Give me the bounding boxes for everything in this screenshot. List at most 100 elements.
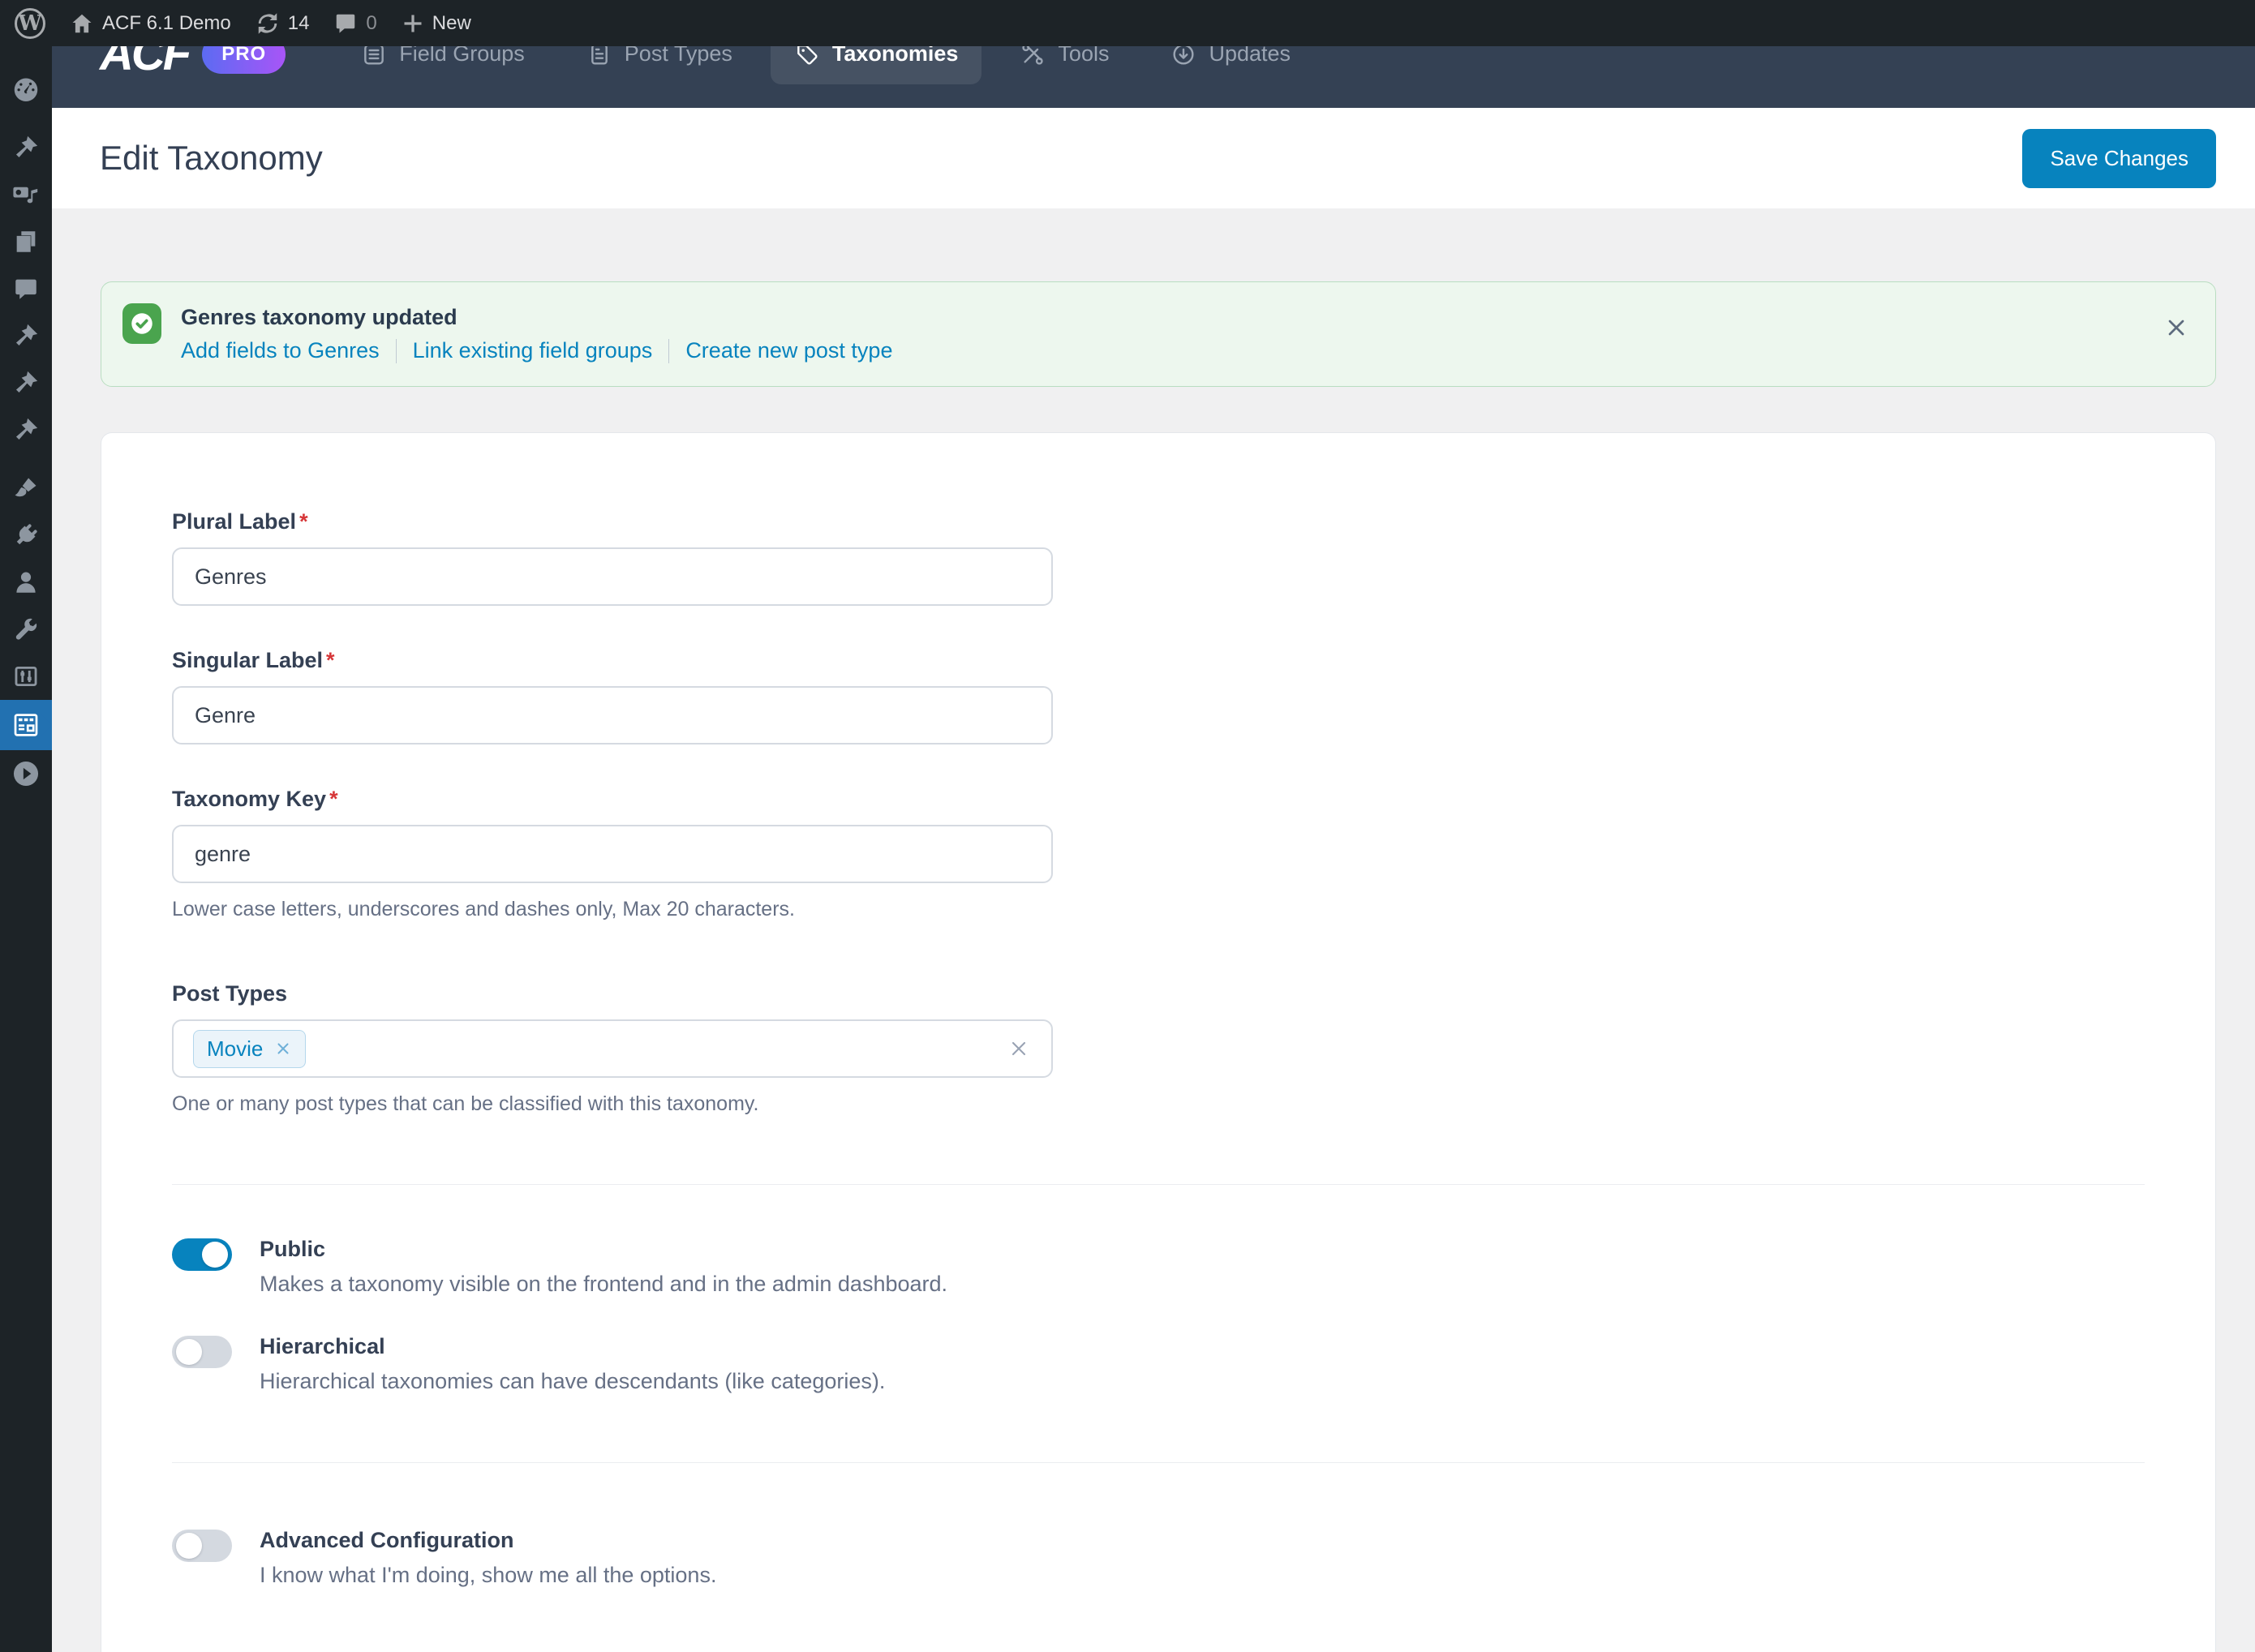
pushpin-icon — [12, 134, 40, 161]
required-asterisk: * — [299, 509, 308, 534]
section-divider — [172, 1462, 2145, 1463]
hierarchical-label: Hierarchical — [260, 1334, 885, 1359]
sidebar-item-cpt-1[interactable] — [0, 312, 52, 359]
sidebar-item-users[interactable] — [0, 559, 52, 606]
content-area: Genres taxonomy updated Add fields to Ge… — [52, 208, 2255, 1652]
notice-body: Genres taxonomy updated Add fields to Ge… — [181, 303, 892, 363]
select-clear-icon[interactable] — [1006, 1036, 1032, 1062]
page-title: Edit Taxonomy — [100, 139, 323, 178]
notice-links: Add fields to Genres Link existing field… — [181, 338, 892, 363]
post-type-tag-movie: Movie — [193, 1030, 306, 1068]
user-icon — [12, 569, 40, 596]
toggle-text: Hierarchical Hierarchical taxonomies can… — [260, 1334, 885, 1394]
plug-icon — [12, 521, 40, 549]
site-name-label: ACF 6.1 Demo — [102, 12, 231, 35]
wp-admin-menu — [0, 46, 52, 1652]
public-desc: Makes a taxonomy visible on the frontend… — [260, 1272, 947, 1297]
wordpress-logo-icon: W — [15, 8, 45, 39]
home-icon — [70, 11, 94, 36]
toggle-text: Advanced Configuration I know what I'm d… — [260, 1528, 716, 1588]
dashboard-gauge-icon — [11, 75, 41, 104]
link-link-field-groups[interactable]: Link existing field groups — [413, 338, 653, 363]
public-label: Public — [260, 1237, 947, 1262]
advanced-desc: I know what I'm doing, show me all the o… — [260, 1563, 716, 1588]
sidebar-item-plugins[interactable] — [0, 512, 52, 559]
toggle-row-public: Public Makes a taxonomy visible on the f… — [172, 1237, 2145, 1297]
link-add-fields[interactable]: Add fields to Genres — [181, 338, 380, 363]
media-icon — [12, 181, 40, 208]
required-asterisk: * — [326, 648, 335, 672]
field-taxonomy-key: Taxonomy Key* Lower case letters, unders… — [172, 787, 2145, 921]
play-circle-icon — [11, 758, 41, 789]
tag-remove-icon[interactable] — [274, 1040, 292, 1058]
taxonomy-key-input[interactable] — [172, 825, 1053, 883]
notice-close-icon[interactable] — [2160, 311, 2193, 344]
sidebar-item-pages[interactable] — [0, 218, 52, 265]
sidebar-item-comments[interactable] — [0, 265, 52, 312]
sidebar-item-acf-active[interactable] — [0, 700, 52, 750]
comment-bubble-icon — [333, 11, 358, 36]
hierarchical-desc: Hierarchical taxonomies can have descend… — [260, 1369, 885, 1394]
pages-icon — [12, 228, 40, 255]
advanced-configuration-toggle[interactable] — [172, 1530, 232, 1562]
sidebar-item-cpt-3[interactable] — [0, 406, 52, 453]
comment-count: 0 — [366, 12, 376, 35]
acf-menu-icon — [11, 710, 41, 740]
wp-logo[interactable]: W — [15, 8, 45, 39]
toggle-row-hierarchical: Hierarchical Hierarchical taxonomies can… — [172, 1334, 2145, 1394]
singular-label-caption: Singular Label* — [172, 648, 2145, 673]
sidebar-item-posts[interactable] — [0, 124, 52, 171]
taxonomy-key-caption: Taxonomy Key* — [172, 787, 2145, 812]
pushpin-icon — [12, 416, 40, 444]
wp-admin-bar: W ACF 6.1 Demo 14 0 New — [0, 0, 2255, 46]
new-content-button[interactable]: New — [402, 12, 471, 35]
settings-sliders-icon — [12, 663, 40, 690]
field-singular-label: Singular Label* — [172, 648, 2145, 744]
notice-title: Genres taxonomy updated — [181, 303, 892, 330]
link-create-post-type[interactable]: Create new post type — [685, 338, 892, 363]
taxonomy-form-card: Plural Label* Singular Label* Taxonomy K… — [101, 432, 2216, 1652]
toggle-knob — [176, 1339, 202, 1365]
post-types-caption: Post Types — [172, 981, 2145, 1006]
sidebar-item-media[interactable] — [0, 171, 52, 218]
plus-icon — [402, 12, 424, 35]
updates-indicator[interactable]: 14 — [256, 11, 310, 36]
post-types-help: One or many post types that can be class… — [172, 1092, 2145, 1116]
comments-indicator[interactable]: 0 — [333, 11, 376, 36]
sidebar-item-tools[interactable] — [0, 606, 52, 653]
pushpin-icon — [12, 322, 40, 350]
post-types-select[interactable]: Movie — [172, 1019, 1053, 1078]
comments-icon — [12, 275, 40, 303]
plural-label-input[interactable] — [172, 547, 1053, 606]
success-check-icon — [122, 303, 161, 344]
sidebar-item-appearance[interactable] — [0, 465, 52, 512]
hierarchical-toggle[interactable] — [172, 1336, 232, 1368]
update-arrows-icon — [256, 11, 280, 36]
wrench-icon — [12, 616, 40, 643]
main-area: ACF PRO Field Groups P — [52, 0, 2255, 1652]
taxonomy-key-help: Lower case letters, underscores and dash… — [172, 898, 2145, 921]
pushpin-icon — [12, 369, 40, 397]
page-header: Edit Taxonomy Save Changes — [52, 108, 2255, 208]
save-changes-button[interactable]: Save Changes — [2022, 129, 2216, 188]
section-divider — [172, 1184, 2145, 1185]
collapse-menu-icon[interactable] — [0, 750, 52, 797]
required-asterisk: * — [329, 787, 338, 811]
site-name-link[interactable]: ACF 6.1 Demo — [70, 11, 231, 36]
update-count: 14 — [288, 12, 310, 35]
plural-label-caption: Plural Label* — [172, 509, 2145, 534]
toggle-knob — [176, 1533, 202, 1559]
field-plural-label: Plural Label* — [172, 509, 2145, 606]
field-post-types: Post Types Movie One or many post types … — [172, 981, 2145, 1116]
tag-label: Movie — [207, 1036, 263, 1062]
sidebar-item-settings[interactable] — [0, 653, 52, 700]
singular-label-input[interactable] — [172, 686, 1053, 744]
sidebar-item-cpt-2[interactable] — [0, 359, 52, 406]
new-label: New — [432, 12, 471, 35]
paintbrush-icon — [12, 474, 40, 502]
public-toggle[interactable] — [172, 1238, 232, 1271]
success-notice: Genres taxonomy updated Add fields to Ge… — [101, 281, 2216, 387]
advanced-label: Advanced Configuration — [260, 1528, 716, 1553]
sidebar-item-dashboard[interactable] — [0, 66, 52, 113]
link-separator — [396, 339, 397, 363]
